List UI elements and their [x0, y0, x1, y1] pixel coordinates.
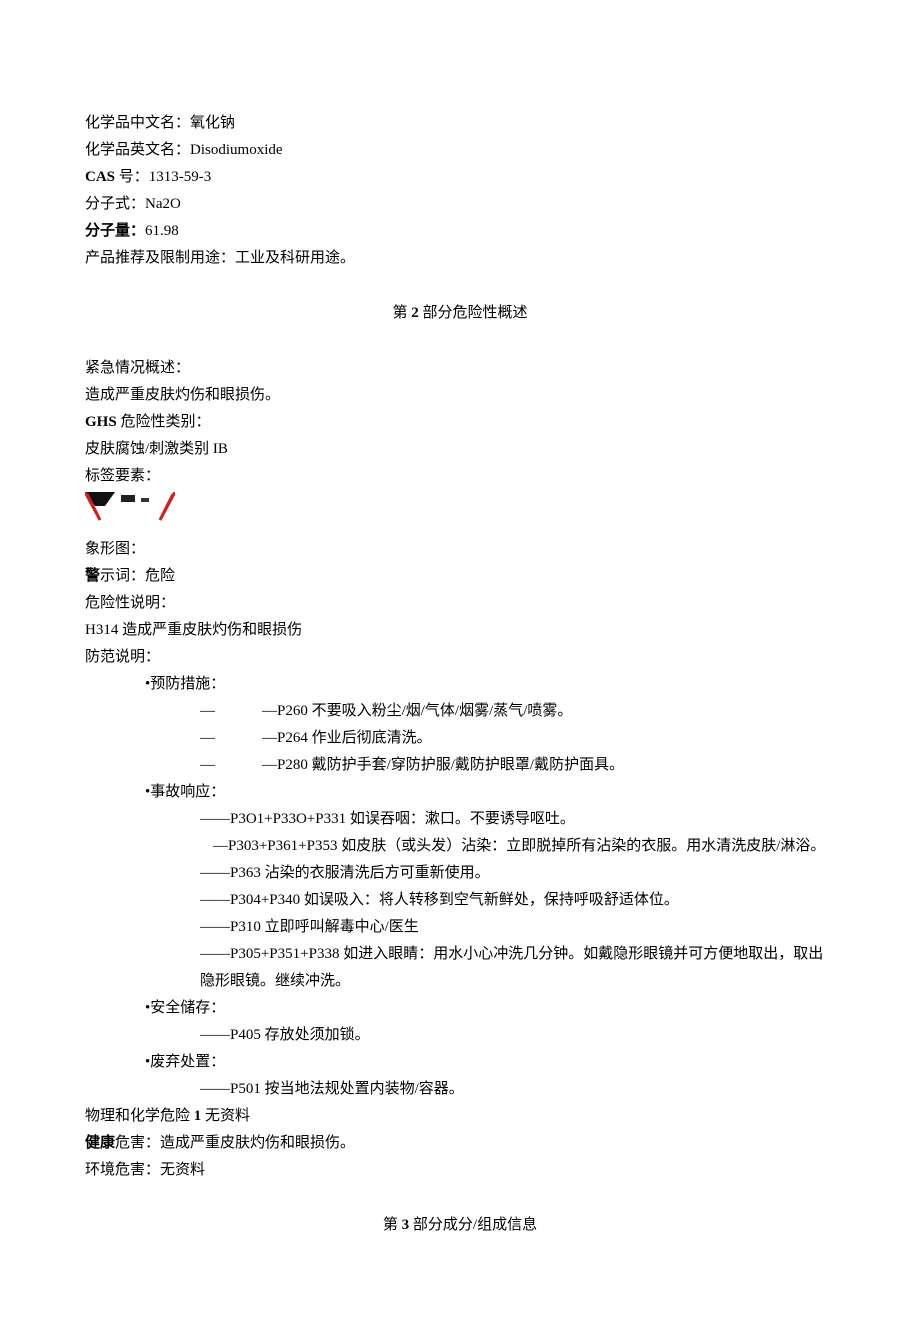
env-value: 无资料 — [160, 1162, 205, 1178]
health-bold: 健康 — [85, 1135, 115, 1151]
health-rest: 危害： — [115, 1135, 160, 1151]
storage-item-0: ——P405 存放处须加锁。 — [85, 1022, 835, 1049]
section-2-title-prefix: 第 — [392, 305, 407, 321]
response-item-0: ——P3O1+P33O+P331 如误吞咽：漱口。不要诱导呕吐。 — [85, 806, 835, 833]
prevention-item-1: — —P264 作业后彻底清洗。 — [85, 725, 835, 752]
chemical-en-name-value: Disodiumoxide — [190, 142, 283, 158]
hazard-statement-label: 危险性说明： — [85, 590, 835, 617]
chemical-cn-name-label: 化学品中文名： — [85, 115, 190, 131]
phys-chem-hazard-row: 物理和化学危险 1 无资料 — [85, 1103, 835, 1130]
phys-chem-value: 无资料 — [205, 1108, 250, 1124]
section-2-title-num: 2 — [408, 305, 423, 321]
section-2-title-suffix: 部分危险性概述 — [423, 305, 528, 321]
molecular-weight-value: 61.98 — [145, 223, 179, 239]
chemical-en-name-row: 化学品英文名：Disodiumoxide — [85, 137, 835, 164]
signal-word-value: 危险 — [145, 568, 175, 584]
response-header: •事故响应： — [85, 779, 835, 806]
prevention-item-0-text: —P260 不要吸入粉尘/烟/气体/烟雾/蒸气/喷雾。 — [262, 698, 835, 725]
prevention-item-2-text: —P280 戴防护手套/穿防护服/戴防护眼罩/戴防护面具。 — [262, 752, 835, 779]
prevention-item-1-text: —P264 作业后彻底清洗。 — [262, 725, 835, 752]
prevention-item-1-dash1: — — [85, 725, 262, 752]
health-value: 造成严重皮肤灼伤和眼损伤。 — [160, 1135, 355, 1151]
label-elements-label: 标签要素： — [85, 463, 835, 490]
response-item-1-text: —P303+P361+P353 如皮肤（或头发）沾染：立即脱掉所有沾染的衣服。用… — [213, 838, 825, 854]
section-3-title-suffix: 部分成分/组成信息 — [413, 1217, 537, 1233]
prevention-item-0-dash1: — — [85, 698, 262, 725]
cas-label-bold: CAS — [85, 169, 115, 185]
signal-word-row: 警示词：危险 — [85, 563, 835, 590]
section-3-title: 第 3 部分成分/组成信息 — [85, 1212, 835, 1239]
chemical-cn-name-value: 氧化钠 — [190, 115, 235, 131]
section-3-title-prefix: 第 — [383, 1217, 398, 1233]
environmental-hazard-row: 环境危害：无资料 — [85, 1157, 835, 1184]
ghs-category-text: 皮肤腐蚀/刺激类别 IB — [85, 436, 835, 463]
response-item-1-line1: —P303+P361+P353 如皮肤（或头发）沾染：立即脱掉所有沾染的衣服。用… — [85, 833, 835, 860]
formula-label: 分子式： — [85, 196, 145, 212]
molecular-weight-label: 分子量： — [85, 223, 145, 239]
emergency-overview-text: 造成严重皮肤灼伤和眼损伤。 — [85, 382, 835, 409]
emergency-overview-label: 紧急情况概述： — [85, 355, 835, 382]
signal-word-rest: 示词： — [100, 568, 145, 584]
phys-chem-label2: 1 — [190, 1108, 205, 1124]
section-2-title: 第 2 部分危险性概述 — [85, 300, 835, 327]
ghs-corrosion-pictogram — [85, 492, 175, 522]
prevention-header: •预防措施： — [85, 671, 835, 698]
chemical-en-name-label: 化学品英文名： — [85, 142, 190, 158]
disposal-header: •废弃处置： — [85, 1049, 835, 1076]
response-item-4: ——P310 立即呼叫解毒中心/医生 — [85, 914, 835, 941]
ghs-label-suffix: 危险性类别： — [117, 414, 211, 430]
prevention-item-0: — —P260 不要吸入粉尘/烟/气体/烟雾/蒸气/喷雾。 — [85, 698, 835, 725]
prevention-item-2: — —P280 戴防护手套/穿防护服/戴防护眼罩/戴防护面具。 — [85, 752, 835, 779]
cas-row: CAS 号：1313-59-3 — [85, 164, 835, 191]
cas-label-suffix: 号： — [115, 169, 149, 185]
env-label: 环境危害： — [85, 1162, 160, 1178]
use-row: 产品推荐及限制用途：工业及科研用途。 — [85, 245, 835, 272]
disposal-item-0: ——P501 按当地法规处置内装物/容器。 — [85, 1076, 835, 1103]
response-item-3: ——P304+P340 如误吸入：将人转移到空气新鲜处，保持呼吸舒适体位。 — [85, 887, 835, 914]
cas-value: 1313-59-3 — [149, 169, 212, 185]
use-value: 工业及科研用途。 — [235, 250, 355, 266]
health-hazard-row: 健康危害：造成严重皮肤灼伤和眼损伤。 — [85, 1130, 835, 1157]
hazard-statement-text: H314 造成严重皮肤灼伤和眼损伤 — [85, 617, 835, 644]
chemical-cn-name-row: 化学品中文名：氧化钠 — [85, 110, 835, 137]
response-item-2: ——P363 沾染的衣服清洗后方可重新使用。 — [85, 860, 835, 887]
ghs-label-bold: GHS — [85, 414, 117, 430]
formula-row: 分子式：Na2O — [85, 191, 835, 218]
signal-word-bold: 警 — [85, 568, 100, 584]
phys-chem-label1: 物理和化学危险 — [85, 1108, 190, 1124]
ghs-category-row: GHS 危险性类别： — [85, 409, 835, 436]
molecular-weight-row: 分子量：61.98 — [85, 218, 835, 245]
precaution-label: 防范说明： — [85, 644, 835, 671]
prevention-item-2-dash1: — — [85, 752, 262, 779]
response-item-5: ——P305+P351+P338 如进入眼睛：用水小心冲洗几分钟。如戴隐形眼镜并… — [85, 941, 835, 995]
formula-value: Na2O — [145, 196, 181, 212]
storage-header: •安全储存： — [85, 995, 835, 1022]
use-label: 产品推荐及限制用途： — [85, 250, 235, 266]
pictogram-label: 象形图： — [85, 536, 835, 563]
section-3-title-num: 3 — [398, 1217, 413, 1233]
